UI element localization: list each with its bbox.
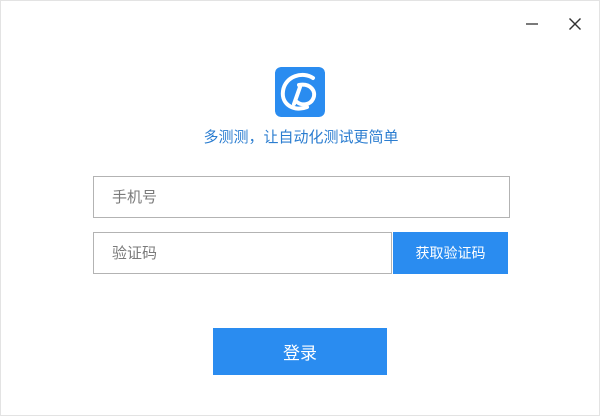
phone-input[interactable] [93, 176, 510, 218]
close-button[interactable] [558, 7, 592, 41]
verification-code-input[interactable] [93, 232, 392, 274]
app-slogan: 多测测，让自动化测试更简单 [203, 128, 399, 146]
login-button[interactable]: 登录 [213, 328, 387, 375]
close-icon [569, 18, 581, 30]
minimize-button[interactable] [515, 7, 549, 41]
get-verification-code-button[interactable]: 获取验证码 [393, 232, 508, 274]
login-window: 多测测，让自动化测试更简单 获取验证码 登录 [0, 0, 600, 416]
app-logo-icon [275, 67, 325, 117]
minimize-icon [526, 23, 538, 25]
